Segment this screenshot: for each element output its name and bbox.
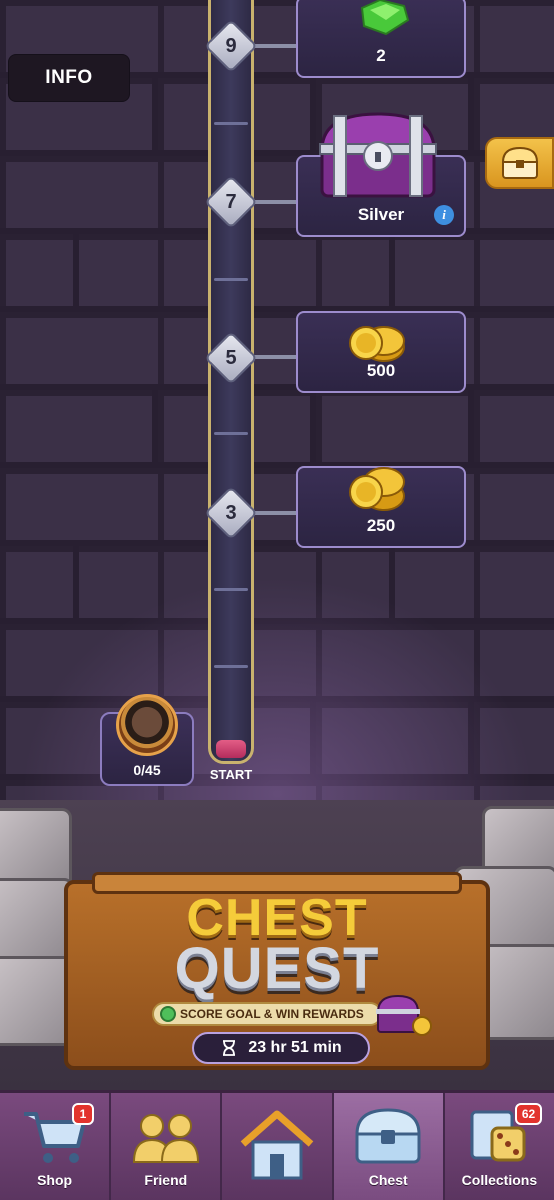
milestone-step: 9 — [225, 34, 237, 57]
goal-icon — [160, 1006, 176, 1022]
brick-row — [0, 234, 554, 306]
event-timer: 23 hr 51 min — [192, 1032, 370, 1064]
notification-badge: 1 — [72, 1103, 94, 1125]
track-tick — [214, 122, 248, 125]
nav-label: Collections — [461, 1172, 538, 1188]
event-title-line2: QUEST — [174, 936, 380, 1001]
reward-value: 500 — [366, 361, 396, 380]
notification-badge: 62 — [514, 1103, 543, 1125]
info-button[interactable]: INFO — [8, 54, 130, 102]
reward-value: 250 — [366, 516, 396, 535]
track-tick — [214, 432, 248, 435]
reward-value: 2 — [376, 46, 386, 65]
brick-row — [0, 390, 554, 462]
progress-fill — [216, 740, 246, 758]
event-timer-text: 23 hr 51 min — [248, 1039, 342, 1056]
track-tick — [214, 588, 248, 591]
reward-card-gem[interactable]: 2 — [296, 0, 466, 78]
silver-chest-icon — [319, 112, 437, 198]
nav-item-chest[interactable]: Chest — [333, 1093, 445, 1200]
milestone-step: 5 — [225, 346, 237, 369]
start-label: START — [209, 767, 253, 782]
chest-icon — [355, 1108, 421, 1164]
hourglass-icon — [223, 1040, 236, 1056]
nav-label: Friend — [144, 1172, 188, 1188]
track-tick — [214, 665, 248, 668]
nav-item-friends[interactable]: Friend — [111, 1093, 223, 1200]
track-tick — [214, 278, 248, 281]
nav-label: Shop — [37, 1172, 73, 1188]
milestone-step: 3 — [225, 501, 237, 524]
mini-chest-icon — [376, 994, 432, 1036]
event-subtitle: SCORE GOAL & WIN REWARDS — [180, 1007, 364, 1021]
friends-icon — [132, 1114, 199, 1163]
player-avatar[interactable] — [116, 694, 178, 756]
reward-card-coins[interactable]: 250 — [296, 466, 466, 548]
info-button-label: INFO — [45, 67, 93, 88]
gem-icon — [360, 0, 410, 36]
bottom-nav: 1 Shop Friend Chest 62 Collections — [0, 1090, 554, 1200]
event-subtitle-pill: SCORE GOAL & WIN REWARDS — [152, 1002, 382, 1026]
floor-glow — [0, 560, 554, 820]
nav-item-shop[interactable]: 1 Shop — [0, 1093, 112, 1200]
reward-card-coins[interactable]: 500 — [296, 311, 466, 393]
nav-item-collections[interactable]: 62 Collections — [445, 1093, 554, 1200]
chest-icon — [501, 146, 538, 179]
home-icon — [240, 1110, 314, 1180]
coins-icon — [349, 326, 405, 362]
player-score: 0/45 — [133, 762, 161, 778]
coins-icon — [349, 467, 405, 511]
milestone-step: 7 — [225, 190, 237, 213]
reward-info-icon[interactable]: i — [434, 205, 454, 225]
nav-label: Chest — [368, 1172, 408, 1188]
nav-item-home[interactable] — [222, 1093, 334, 1200]
side-chest-button[interactable] — [485, 137, 554, 189]
